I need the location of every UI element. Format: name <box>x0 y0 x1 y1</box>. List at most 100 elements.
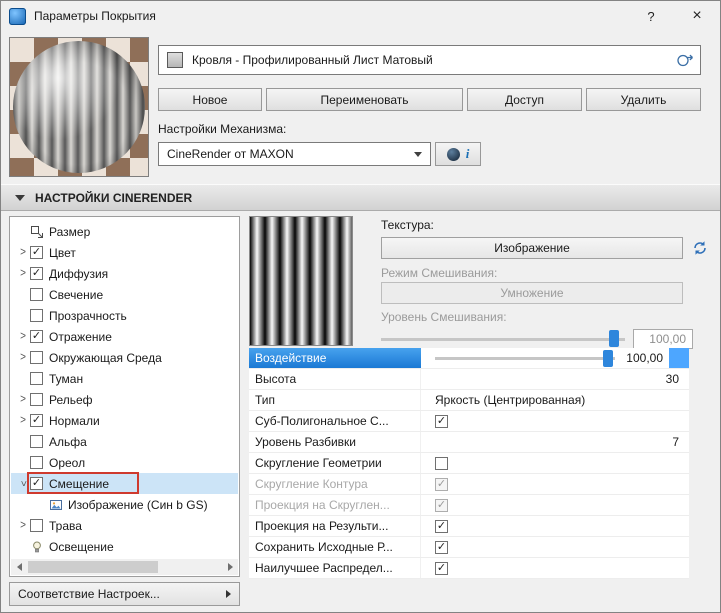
prop-checkbox[interactable]: ✓ <box>435 414 448 428</box>
tree-item-label: Окружающая Среда <box>49 350 162 365</box>
prop-label: Скругление Геометрии <box>249 453 421 473</box>
channel-checkbox[interactable]: ✓ <box>30 414 43 427</box>
channel-checkbox[interactable]: ✓ <box>30 267 43 280</box>
tree-item-2[interactable]: > ✓ Диффузия <box>11 263 238 284</box>
tree-item-13[interactable]: Изображение (Син b GS) <box>11 494 238 515</box>
tree-item-15[interactable]: Освещение <box>11 536 238 557</box>
access-button-label: Доступ <box>504 92 545 107</box>
blend-level-slider[interactable] <box>381 328 625 350</box>
material-name-field[interactable]: Кровля - Профилированный Лист Матовый <box>158 45 701 75</box>
prop-row-1[interactable]: Высота 30 <box>249 369 689 390</box>
slider-handle[interactable] <box>609 330 619 347</box>
tree-item-11[interactable]: Ореол <box>11 452 238 473</box>
chevron-right-icon[interactable]: > <box>16 414 30 427</box>
channel-checkbox[interactable] <box>30 309 43 322</box>
chevron-right-icon[interactable]: > <box>16 330 30 343</box>
texture-label: Текстура: <box>381 218 434 232</box>
surface-parameters-dialog: Параметры Покрытия ? × Кровля - Профилир… <box>0 0 721 613</box>
tree-item-14[interactable]: > Трава <box>11 515 238 536</box>
tree-item-1[interactable]: > ✓ Цвет <box>11 242 238 263</box>
prop-row-8[interactable]: Проекция на Результи... ✓ <box>249 516 689 537</box>
tree-item-label: Туман <box>49 371 84 386</box>
light-icon <box>30 540 45 554</box>
tree-item-8[interactable]: > Рельеф <box>11 389 238 410</box>
prop-row-0[interactable]: Воздействие 100,00 <box>249 348 689 369</box>
prop-row-5[interactable]: Скругление Геометрии <box>249 453 689 474</box>
scrollbar-thumb[interactable] <box>28 561 158 573</box>
texture-options-icon[interactable] <box>687 235 713 260</box>
match-settings-button[interactable]: Соответствие Настроек... <box>9 582 240 606</box>
prop-row-4[interactable]: Уровень Разбивки 7 <box>249 432 689 453</box>
tree-item-12[interactable]: > ✓ Смещение <box>11 472 238 494</box>
channel-checkbox[interactable] <box>30 519 43 532</box>
image-icon <box>49 498 64 512</box>
rename-button[interactable]: Переименовать <box>266 88 463 111</box>
prop-checkbox[interactable] <box>435 456 448 470</box>
tree-item-label: Цвет <box>49 245 76 260</box>
prop-number-value[interactable]: 30 <box>666 372 679 386</box>
access-button[interactable]: Доступ <box>467 88 582 111</box>
prop-number-value[interactable]: 7 <box>672 435 679 449</box>
prop-label: Уровень Разбивки <box>249 432 421 452</box>
channel-checkbox[interactable] <box>30 456 43 469</box>
scroll-right-icon[interactable] <box>222 559 238 575</box>
prop-label: Высота <box>249 369 421 389</box>
help-button[interactable]: ? <box>634 1 668 31</box>
channel-checkbox[interactable] <box>30 435 43 448</box>
channel-tree-rows: Размер > ✓ Цвет > ✓ Диффузия Свечение Прозрачнос… <box>11 218 238 559</box>
engine-info-button[interactable]: i <box>435 142 481 166</box>
prop-value: ✓ <box>421 474 689 494</box>
channel-checkbox[interactable]: ✓ <box>30 330 43 343</box>
tree-item-3[interactable]: Свечение <box>11 284 238 305</box>
channel-checkbox[interactable] <box>30 393 43 406</box>
prop-row-9[interactable]: Сохранить Исходные Р... ✓ <box>249 537 689 558</box>
prop-row-3[interactable]: Суб-Полигональное С... ✓ <box>249 411 689 432</box>
new-button[interactable]: Новое <box>158 88 262 111</box>
prop-text-value[interactable]: Яркость (Центрированная) <box>435 393 585 407</box>
prop-checkbox[interactable]: ✓ <box>435 519 448 533</box>
close-button[interactable]: × <box>680 1 714 31</box>
slider-handle[interactable] <box>603 350 613 367</box>
chevron-right-icon[interactable]: > <box>16 519 30 532</box>
tree-item-7[interactable]: Туман <box>11 368 238 389</box>
pick-material-icon[interactable] <box>672 48 698 72</box>
tree-item-4[interactable]: Прозрачность <box>11 305 238 326</box>
tree-item-6[interactable]: > Окружающая Среда <box>11 347 238 368</box>
channel-checkbox[interactable] <box>30 372 43 385</box>
tree-item-label: Ореол <box>49 455 86 470</box>
delete-button-label: Удалить <box>620 92 667 107</box>
tree-item-0[interactable]: Размер <box>11 221 238 242</box>
tree-horizontal-scrollbar[interactable] <box>11 559 238 575</box>
prop-row-6[interactable]: Скругление Контура ✓ <box>249 474 689 495</box>
prop-label: Скругление Контура <box>249 474 421 494</box>
texture-image-button[interactable]: Изображение <box>381 237 683 259</box>
tree-item-9[interactable]: > ✓ Нормали <box>11 410 238 431</box>
prop-checkbox[interactable]: ✓ <box>435 540 448 554</box>
prop-checkbox[interactable]: ✓ <box>435 561 448 575</box>
channel-checkbox[interactable]: ✓ <box>30 246 43 259</box>
channel-checkbox[interactable] <box>30 351 43 364</box>
param-color-swatch[interactable] <box>669 348 689 368</box>
chevron-right-icon[interactable]: > <box>16 246 30 259</box>
prop-row-7[interactable]: Проекция на Скруглен... ✓ <box>249 495 689 516</box>
prop-row-10[interactable]: Наилучшее Распредел... ✓ <box>249 558 689 579</box>
new-button-label: Новое <box>192 92 228 107</box>
displacement-texture-preview <box>249 216 353 346</box>
tree-item-5[interactable]: > ✓ Отражение <box>11 326 238 347</box>
tree-item-10[interactable]: Альфа <box>11 431 238 452</box>
chevron-right-icon[interactable]: > <box>16 267 30 280</box>
chevron-down-icon[interactable]: > <box>16 478 30 489</box>
chevron-right-icon[interactable]: > <box>16 351 30 364</box>
collapse-arrow-icon <box>15 194 25 201</box>
chevron-right-icon[interactable]: > <box>16 393 30 406</box>
scroll-left-icon[interactable] <box>11 559 27 575</box>
cinerender-section-header[interactable]: НАСТРОЙКИ CINERENDER <box>1 184 720 211</box>
engine-combobox[interactable]: CineRender от MAXON <box>158 142 431 166</box>
blend-level-value[interactable]: 100,00 <box>633 329 693 349</box>
slider-value[interactable]: 100,00 <box>626 351 663 365</box>
delete-button[interactable]: Удалить <box>586 88 701 111</box>
prop-label: Тип <box>249 390 421 410</box>
channel-checkbox[interactable] <box>30 288 43 301</box>
prop-row-2[interactable]: Тип Яркость (Центрированная) <box>249 390 689 411</box>
channel-checkbox[interactable]: ✓ <box>30 477 43 490</box>
